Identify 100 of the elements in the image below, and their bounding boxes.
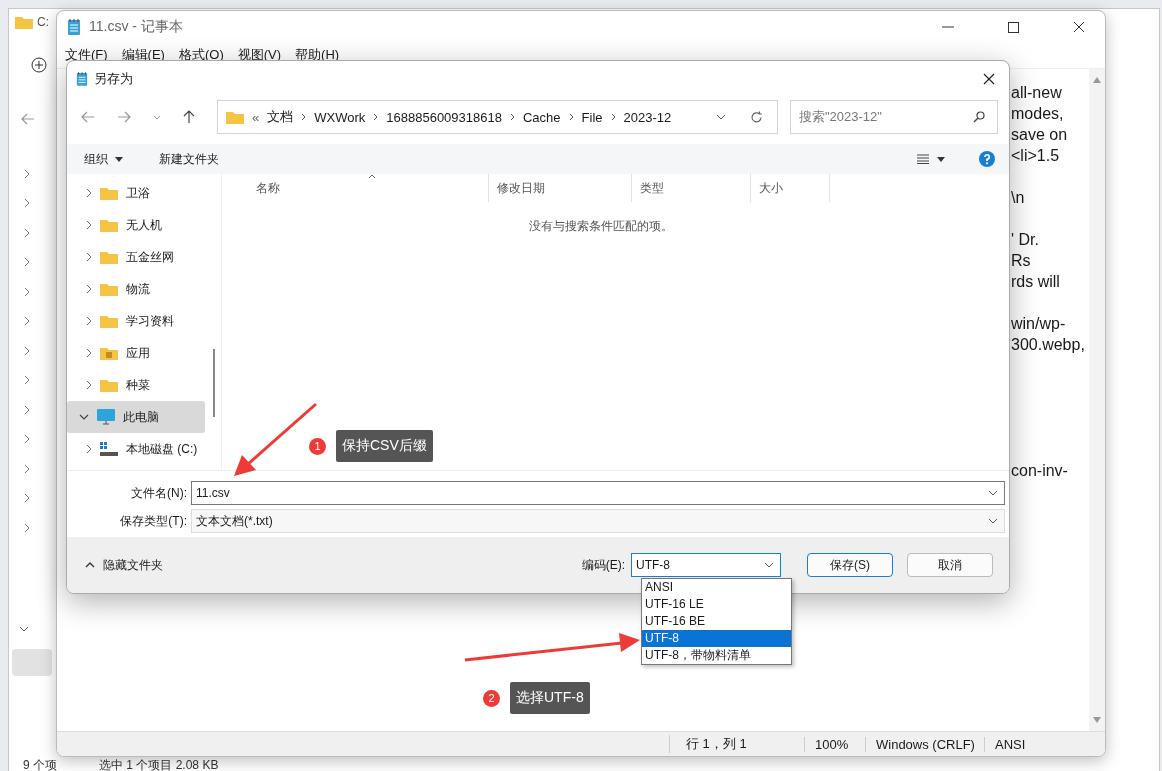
column-header[interactable]: 名称: [248, 174, 489, 202]
chevron-icon[interactable]: [19, 625, 29, 633]
forward-icon[interactable]: [117, 111, 131, 123]
address-bar[interactable]: « 文档 WXWork 1688856009318618 Cache File 2023-12: [217, 100, 778, 134]
chevron-icon[interactable]: [988, 518, 998, 524]
file-type-dropdown[interactable]: 文本文档(*.txt): [191, 509, 1005, 533]
dropdown-option[interactable]: ANSI: [642, 579, 791, 596]
empty-message: 没有与搜索条件匹配的项。: [527, 218, 674, 235]
breadcrumb-item[interactable]: WXWork: [314, 109, 366, 125]
breadcrumb-item[interactable]: 文档: [267, 108, 294, 126]
folder-icon: [100, 282, 118, 296]
text-line: all-new: [1011, 83, 1063, 103]
chevron-icon[interactable]: [86, 444, 92, 454]
dropdown-option[interactable]: UTF-16 BE: [642, 613, 791, 630]
folder-icon: [100, 218, 118, 232]
new-folder-button[interactable]: 新建文件夹: [150, 146, 228, 172]
chevron-icon[interactable]: [86, 252, 92, 262]
chevron-icon[interactable]: [86, 348, 92, 358]
search-icon: [973, 111, 985, 123]
window-title: C:: [37, 15, 49, 29]
save-button[interactable]: 保存(S): [807, 553, 893, 577]
tree-item[interactable]: 种菜: [67, 369, 205, 401]
chevron-icon[interactable]: [23, 493, 31, 504]
breadcrumb-item[interactable]: 1688856009318618: [386, 109, 502, 125]
breadcrumb-item[interactable]: Cache: [522, 109, 561, 125]
search-field[interactable]: 搜索"2023-12": [790, 100, 998, 134]
tree-item[interactable]: 此电脑: [67, 401, 205, 433]
notepad-icon: [67, 18, 81, 36]
monitor-icon: [97, 409, 115, 425]
encoding-dropdown[interactable]: UTF-8: [631, 553, 781, 577]
breadcrumb-item[interactable]: 2023-12: [623, 109, 672, 125]
close-icon[interactable]: [1073, 21, 1085, 33]
chevron-icon[interactable]: [86, 380, 92, 390]
chevron-icon[interactable]: [23, 257, 31, 268]
scrollbar-thumb[interactable]: [213, 349, 215, 417]
scrollbar[interactable]: [1089, 69, 1105, 731]
chevron-icon[interactable]: [23, 375, 31, 386]
help-icon[interactable]: [979, 151, 995, 167]
chevron-icon[interactable]: [23, 316, 31, 327]
scroll-up-icon[interactable]: [1093, 77, 1101, 83]
chevron-icon[interactable]: [86, 316, 92, 326]
caret-icon[interactable]: [937, 156, 945, 162]
chevron-icon[interactable]: [23, 286, 31, 297]
cancel-button[interactable]: 取消: [907, 553, 993, 577]
chevron-icon[interactable]: [23, 404, 31, 415]
column-header[interactable]: 类型: [632, 174, 751, 202]
dropdown-option[interactable]: UTF-16 LE: [642, 596, 791, 613]
chevron-icon[interactable]: [86, 188, 92, 198]
separator-icon: [373, 113, 379, 121]
column-header[interactable]: 大小: [751, 174, 830, 202]
chevron-icon[interactable]: [86, 284, 92, 294]
folder-icon: [15, 15, 33, 29]
close-icon[interactable]: [983, 73, 995, 85]
up-icon[interactable]: [183, 110, 195, 124]
file-name-field[interactable]: 11.csv: [191, 481, 1005, 505]
add-icon: [31, 57, 47, 73]
chevron-icon[interactable]: [23, 168, 31, 179]
dropdown-option[interactable]: UTF-8: [642, 630, 791, 647]
breadcrumb-item[interactable]: «: [252, 109, 260, 125]
callout-label: 选择UTF-8: [510, 682, 590, 714]
tree-item[interactable]: 学习资料: [67, 305, 205, 337]
tree-item[interactable]: 物流: [67, 273, 205, 305]
breadcrumb-item[interactable]: File: [581, 109, 603, 125]
chevron-icon[interactable]: [716, 114, 726, 120]
chevron-icon[interactable]: [79, 414, 89, 420]
chevron-icon[interactable]: [23, 522, 31, 533]
maximize-icon[interactable]: [1008, 21, 1019, 33]
chevron-icon[interactable]: [988, 490, 998, 496]
chevron-icon[interactable]: [23, 227, 31, 238]
window-title: 11.csv - 记事本: [89, 18, 183, 36]
text-line: rds will: [1011, 272, 1061, 292]
status-text: 9 个项: [23, 757, 57, 771]
text-line: win/wp-: [1011, 314, 1067, 334]
hide-folders-button[interactable]: 隐藏文件夹: [79, 555, 169, 575]
tree-item[interactable]: 应用: [67, 337, 205, 369]
callout-label: 保持CSV后缀: [336, 430, 433, 462]
back-icon: [21, 113, 35, 125]
tree-item[interactable]: 五金丝网: [67, 241, 205, 273]
chevron-icon[interactable]: [764, 562, 774, 568]
organize-button[interactable]: 组织: [75, 146, 132, 172]
folder-icon: [100, 346, 118, 360]
view-icon[interactable]: [917, 154, 929, 164]
refresh-icon[interactable]: [750, 110, 763, 124]
tree-item[interactable]: 本地磁盘 (C:): [67, 433, 205, 465]
dropdown-option[interactable]: UTF-8，带物料清单: [642, 647, 791, 664]
chevron-icon[interactable]: [23, 198, 31, 209]
status-text: Windows (CRLF): [865, 736, 984, 752]
column-header[interactable]: 修改日期: [489, 174, 632, 202]
separator-icon: [568, 113, 574, 121]
chevron-icon[interactable]: [86, 220, 92, 230]
chevron-icon[interactable]: [23, 345, 31, 356]
chevron-icon[interactable]: [23, 463, 31, 474]
text-line: <li>1.5: [1011, 146, 1061, 166]
scroll-down-icon[interactable]: [1093, 717, 1101, 723]
tree-item[interactable]: 无人机: [67, 209, 205, 241]
back-icon[interactable]: [81, 111, 95, 123]
chevron-icon[interactable]: [23, 434, 31, 445]
folder-icon: [100, 314, 118, 328]
tree-item[interactable]: 卫浴: [67, 177, 205, 209]
text-line: ' Dr.: [1011, 230, 1040, 250]
